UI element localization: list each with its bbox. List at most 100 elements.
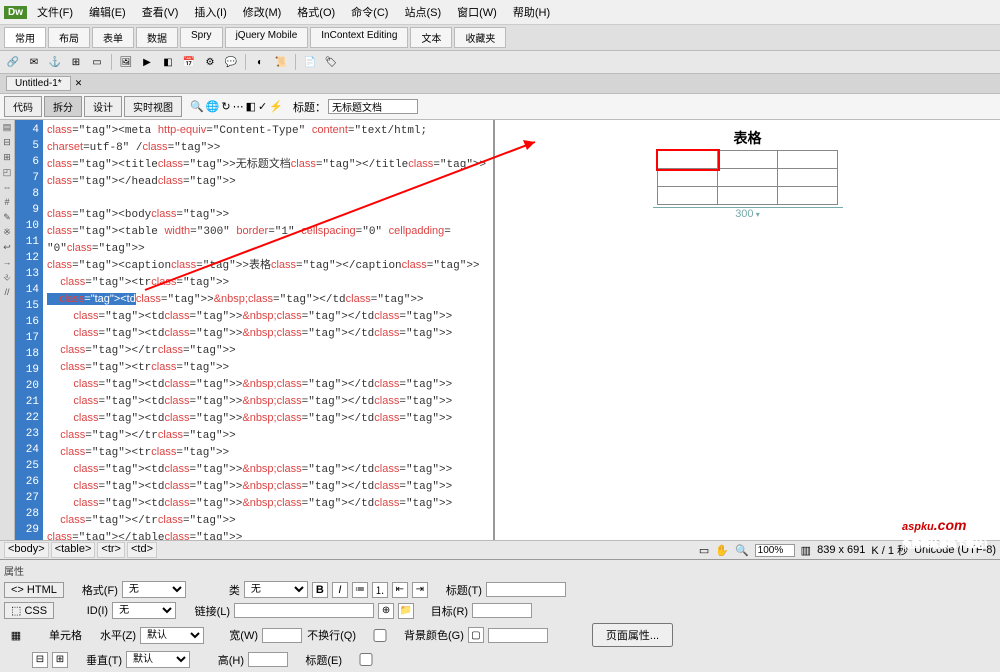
highlight-icon[interactable]: ✎ [1, 212, 14, 225]
outdent-button[interactable]: ⇤ [392, 582, 408, 598]
comment-toggle-icon[interactable]: // [1, 287, 14, 300]
syntax-icon[interactable]: ※ [1, 227, 14, 240]
preview-table[interactable] [657, 150, 838, 205]
title-attr-input[interactable] [486, 582, 566, 597]
table-cell-selected[interactable] [658, 151, 718, 169]
path-tr[interactable]: <tr> [97, 542, 125, 558]
table-cell[interactable] [658, 169, 718, 187]
menu-edit[interactable]: 编辑(E) [83, 2, 132, 22]
select-parent-icon[interactable]: ◰ [1, 167, 14, 180]
table-cell[interactable] [718, 169, 778, 187]
italic-button[interactable]: I [332, 582, 348, 598]
hand-icon[interactable]: ✋ [715, 544, 729, 557]
head-icon[interactable]: ◐ [251, 53, 269, 71]
zoom-input[interactable] [755, 544, 795, 557]
image-icon[interactable]: 🖼 [117, 53, 135, 71]
menu-format[interactable]: 格式(O) [291, 2, 341, 22]
div-icon[interactable]: ▭ [88, 53, 106, 71]
tab-spry[interactable]: Spry [180, 27, 223, 48]
table-cell[interactable] [718, 187, 778, 205]
globe-icon[interactable]: 🌐 [206, 100, 220, 113]
page-props-button[interactable]: 页面属性... [592, 623, 673, 647]
table-row[interactable] [658, 187, 838, 205]
view-code-button[interactable]: 代码 [4, 96, 42, 117]
table-cell[interactable] [658, 187, 718, 205]
id-select[interactable]: 无 [112, 602, 176, 619]
format-select[interactable]: 无 [122, 581, 186, 598]
window-size-icon[interactable]: ▥ [801, 544, 811, 557]
css-mode-button[interactable]: ⬚ CSS [4, 602, 54, 619]
nav-icon[interactable]: ◧ [246, 100, 256, 113]
check-icon[interactable]: ✓ [258, 100, 267, 113]
view-design-button[interactable]: 设计 [84, 96, 122, 117]
server-icon[interactable]: ⚙ [201, 53, 219, 71]
menu-modify[interactable]: 修改(M) [237, 2, 288, 22]
ul-button[interactable]: ≔ [352, 582, 368, 598]
menu-command[interactable]: 命令(C) [345, 2, 394, 22]
view-live-button[interactable]: 实时视图 [124, 96, 182, 117]
table-icon[interactable]: ⊞ [67, 53, 85, 71]
link-browse-icon[interactable]: 📁 [398, 603, 414, 619]
table-cell[interactable] [778, 187, 838, 205]
title-input[interactable] [328, 99, 418, 114]
tab-jquery[interactable]: jQuery Mobile [225, 27, 309, 48]
nowrap-checkbox[interactable] [360, 629, 400, 642]
refresh-icon[interactable]: ↻ [221, 100, 230, 113]
link-input[interactable] [234, 603, 374, 618]
format-icon[interactable]: ⎀ [1, 272, 14, 285]
wrap-icon[interactable]: ↩ [1, 242, 14, 255]
indent-icon[interactable]: → [1, 257, 14, 270]
close-tab-icon[interactable]: ✕ [75, 78, 83, 89]
vert-select[interactable]: 默认 [126, 651, 190, 668]
menu-view[interactable]: 查看(V) [136, 2, 185, 22]
horiz-select[interactable]: 默认 [140, 627, 204, 644]
tab-favorites[interactable]: 收藏夹 [454, 27, 506, 48]
pointer-icon[interactable]: ▭ [699, 544, 709, 557]
zoom-icon[interactable]: 🔍 [735, 544, 749, 557]
width-input[interactable] [262, 628, 302, 643]
script-icon[interactable]: 📜 [272, 53, 290, 71]
document-tab[interactable]: Untitled-1* [6, 76, 71, 91]
tab-data[interactable]: 数据 [136, 27, 178, 48]
menu-insert[interactable]: 插入(I) [188, 2, 232, 22]
indent-button[interactable]: ⇥ [412, 582, 428, 598]
bold-button[interactable]: B [312, 582, 328, 598]
tab-layout[interactable]: 布局 [48, 27, 90, 48]
header-checkbox[interactable] [346, 653, 386, 666]
code-pane[interactable]: 4567891011121314151617181920212223242526… [15, 120, 495, 540]
email-icon[interactable]: ✉ [25, 53, 43, 71]
inspect-icon[interactable]: 🔍 [190, 100, 204, 113]
path-body[interactable]: <body> [4, 542, 49, 558]
options-icon[interactable]: ⋯ [233, 100, 244, 113]
table-row[interactable] [658, 151, 838, 169]
menu-file[interactable]: 文件(F) [31, 2, 79, 22]
hyperlink-icon[interactable]: 🔗 [4, 53, 22, 71]
widget-icon[interactable]: ◧ [159, 53, 177, 71]
table-cell[interactable] [778, 151, 838, 169]
design-pane[interactable]: 表格 300 ▾ [495, 120, 1000, 540]
date-icon[interactable]: 📅 [180, 53, 198, 71]
tag-selector-path[interactable]: <body> <table> <tr> <td> [4, 542, 157, 558]
validate-icon[interactable]: ⚡ [269, 100, 283, 113]
table-cell[interactable] [718, 151, 778, 169]
html-mode-button[interactable]: <> HTML [4, 582, 64, 598]
menu-help[interactable]: 帮助(H) [507, 2, 556, 22]
code-editor[interactable]: class="tag"><meta http-equiv="Content-Ty… [43, 120, 490, 540]
tab-incontext[interactable]: InContext Editing [310, 27, 408, 48]
menu-site[interactable]: 站点(S) [398, 2, 447, 22]
tab-common[interactable]: 常用 [4, 27, 46, 48]
menu-window[interactable]: 窗口(W) [451, 2, 503, 22]
anchor-icon[interactable]: ⚓ [46, 53, 64, 71]
target-input[interactable] [472, 603, 532, 618]
merge-cells-icon[interactable]: ⊟ [32, 652, 48, 668]
path-td[interactable]: <td> [127, 542, 157, 558]
table-row[interactable] [658, 169, 838, 187]
link-point-icon[interactable]: ⊕ [378, 603, 394, 619]
collapse-icon[interactable]: ⊟ [1, 137, 14, 150]
height-input[interactable] [248, 652, 288, 667]
bgcolor-swatch[interactable]: ▢ [468, 627, 484, 643]
table-cell[interactable] [778, 169, 838, 187]
line-numbers-icon[interactable]: # [1, 197, 14, 210]
split-cell-icon[interactable]: ⊞ [52, 652, 68, 668]
bgcolor-input[interactable] [488, 628, 548, 643]
